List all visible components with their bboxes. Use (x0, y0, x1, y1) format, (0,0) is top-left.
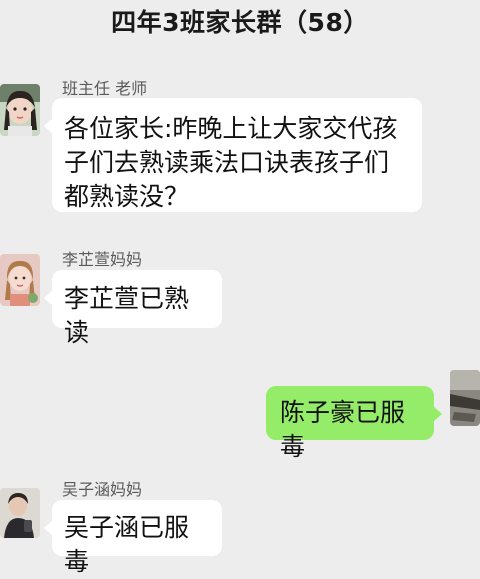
parent-avatar[interactable] (0, 254, 40, 306)
self-avatar[interactable] (450, 370, 480, 426)
message-text: 吴子涵已服毒 (64, 513, 190, 576)
message-bubble[interactable]: 李芷萱已熟读 (44, 270, 222, 347)
message-text: 陈子豪已服毒 (280, 398, 406, 461)
message-text: 各位家长:昨晚上让大家交代孩子们去熟读乘法口诀表孩子们都熟读没？ (64, 114, 398, 211)
teacher-avatar[interactable] (0, 84, 40, 136)
message-sender-name: 李芷萱妈妈 (62, 250, 143, 269)
chat-title: 四年3班家长群（58） (111, 8, 369, 37)
message-sender-name: 班主任 老师 (62, 79, 148, 98)
message-bubble[interactable]: 各位家长:昨晚上让大家交代孩子们去熟读乘法口诀表孩子们都熟读没？ (44, 98, 422, 212)
parent-avatar[interactable] (0, 488, 40, 538)
message-sender-name: 吴子涵妈妈 (62, 480, 143, 499)
message-bubble-outgoing[interactable]: 陈子豪已服毒 (266, 386, 442, 461)
chat-header: 四年3班家长群（58） (0, 0, 480, 42)
message-bubble[interactable]: 吴子涵已服毒 (44, 500, 222, 576)
message-text: 李芷萱已熟读 (64, 284, 190, 347)
